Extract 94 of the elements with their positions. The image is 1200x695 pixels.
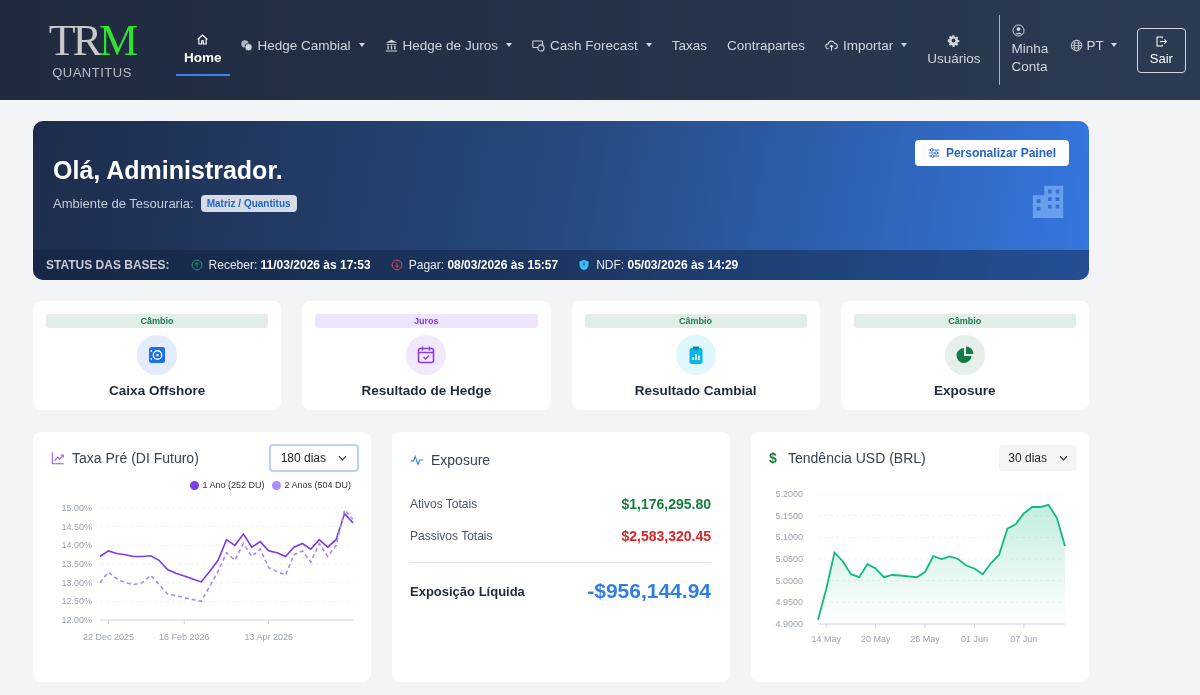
caret-icon: [901, 43, 908, 47]
nav-link[interactable]: Importar: [815, 25, 918, 65]
shortcut-title: Caixa Offshore: [109, 383, 206, 398]
sliders-icon: [927, 147, 940, 159]
logo-mark[interactable]: TRM: [48, 20, 136, 61]
axis-label: 5.0000: [775, 575, 803, 586]
shortcut-card[interactable]: Câmbio Exposure: [840, 301, 1089, 410]
axis-label: 4.9000: [775, 619, 803, 629]
trend-line-icon: [51, 451, 65, 465]
nav-link[interactable]: Home: [176, 24, 230, 76]
bank-icon: [384, 38, 398, 52]
total-label: Exposição Líquida: [410, 583, 525, 599]
shield-icon: [578, 259, 591, 271]
cash-icon: [531, 38, 545, 52]
axis-label: 12.50%: [61, 596, 92, 607]
axis-label: 15.00%: [61, 503, 92, 513]
caret-icon: [1110, 43, 1117, 47]
upload-icon: [825, 38, 838, 52]
category-tag: Câmbio: [584, 314, 807, 328]
nav-link[interactable]: Hedge de Juros: [374, 25, 522, 65]
axis-label: 13.50%: [61, 559, 92, 569]
legend-label: 2 Anos (504 DU): [284, 480, 351, 490]
axis-label: 5.2000: [775, 489, 803, 499]
arrow-up-icon: [190, 259, 203, 271]
metric-value: $1,176,295.80: [621, 496, 711, 512]
coins-icon: [239, 38, 253, 52]
nav-link[interactable]: Contrapartes: [716, 25, 815, 65]
status-text: Receber: 11/03/2026 às 17:53: [208, 258, 371, 272]
category-tag: Câmbio: [853, 314, 1076, 328]
shortcut-card[interactable]: Juros Resultado de Hedge: [302, 301, 551, 410]
metric-label: Ativos Totais: [410, 497, 478, 511]
safe-icon: [147, 345, 168, 365]
nav-link[interactable]: Usuários: [917, 24, 991, 76]
language-dropdown[interactable]: PT: [1069, 37, 1117, 53]
chevron-down-icon: [1059, 455, 1068, 461]
axis-label: 5.1500: [775, 510, 803, 521]
shortcut-title: Resultado de Hedge: [361, 383, 492, 398]
logout-icon: [1154, 34, 1168, 48]
logout-button[interactable]: Sair: [1136, 27, 1186, 73]
user-icon: [1011, 24, 1025, 37]
customize-button[interactable]: Personalizar Painel: [914, 140, 1069, 166]
category-tag: Câmbio: [46, 314, 269, 328]
category-tag: Juros: [315, 314, 538, 328]
panel-title: Tendência USD (BRL): [788, 450, 927, 466]
axis-label: 13 Apr 2026: [244, 632, 293, 642]
caret-icon: [505, 43, 512, 47]
axis-label: 26 May: [910, 634, 940, 644]
shortcut-card[interactable]: Câmbio Resultado Cambial: [571, 301, 820, 410]
axis-label: 5.0500: [775, 554, 803, 564]
axis-label: 12.00%: [61, 615, 92, 625]
status-title: STATUS DAS BASES:: [46, 258, 170, 272]
panel-title: Exposure: [431, 452, 492, 468]
pie-chart-icon: [954, 345, 975, 365]
axis-label: 16 Feb 2026: [159, 632, 210, 642]
greeting-heading: Olá, Administrador.: [53, 156, 284, 185]
axis-label: 13.00%: [61, 577, 92, 588]
nav-link[interactable]: Hedge Cambial: [229, 25, 375, 65]
status-text: NDF: 05/03/2026 às 14:29: [596, 258, 739, 272]
arrow-down-icon: [390, 259, 403, 271]
nav-link[interactable]: Cash Forecast: [521, 25, 662, 65]
period-select[interactable]: 180 dias: [268, 444, 359, 472]
globe-icon: [1069, 38, 1083, 52]
environment-badge: Matriz / Quantitus: [200, 195, 297, 212]
metric-label: Passivos Totais: [410, 529, 493, 543]
nav-link[interactable]: Taxas: [661, 25, 717, 65]
axis-label: 14.50%: [61, 521, 92, 532]
legend-label: 1 Ano (252 DU): [202, 480, 265, 490]
home-icon: [196, 33, 210, 46]
axis-label: 07 Jun: [1010, 634, 1038, 644]
caret-icon: [358, 43, 365, 47]
environment-label: Ambiente de Tesouraria:: [53, 196, 194, 211]
panel-title: Taxa Pré (DI Futuro): [72, 450, 200, 466]
axis-label: 20 May: [860, 634, 891, 644]
axis-label: 14.00%: [61, 540, 92, 551]
calendar-icon: [416, 345, 437, 365]
logo-subtitle: QUANTITUS: [52, 64, 132, 80]
dollar-icon: $: [769, 450, 781, 466]
metric-value: $2,583,320.45: [621, 528, 711, 544]
chevron-down-icon: [338, 455, 347, 461]
axis-label: 22 Dec 2025: [82, 632, 134, 642]
account-link[interactable]: Minha Conta: [1011, 24, 1054, 76]
axis-label: 14 May: [811, 634, 841, 644]
pulse-icon: [410, 453, 424, 467]
period-select[interactable]: 30 dias: [999, 445, 1077, 471]
shortcut-card[interactable]: Câmbio Caixa Offshore: [33, 301, 282, 410]
axis-label: 01 Jun: [960, 634, 988, 644]
settings-icon: [947, 34, 961, 47]
axis-label: 4.9500: [775, 597, 803, 608]
shortcut-title: Exposure: [934, 383, 996, 398]
caret-icon: [645, 43, 652, 47]
shortcut-title: Resultado Cambial: [634, 383, 757, 398]
status-text: Pagar: 08/03/2026 às 15:57: [408, 258, 559, 272]
axis-label: 5.1000: [775, 532, 803, 543]
total-value: -$956,144.94: [587, 579, 711, 603]
